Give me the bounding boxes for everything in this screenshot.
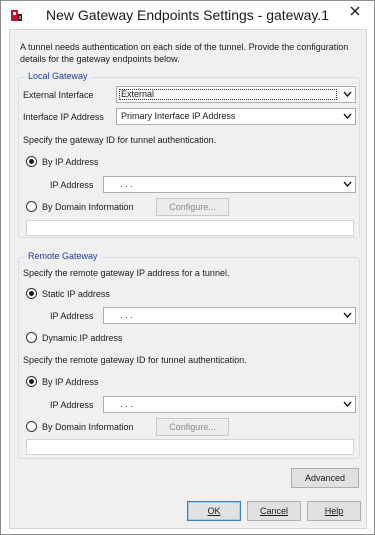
help-label: Help [324, 506, 344, 516]
remote-id-ip-address-label: IP Address [50, 400, 94, 410]
remote-ip-prompt: Specify the remote gateway IP address fo… [23, 268, 230, 278]
window-title: New Gateway Endpoints Settings - gateway… [45, 7, 329, 23]
close-icon [350, 6, 360, 16]
interface-ip-value: Primary Interface IP Address [121, 111, 236, 121]
remote-by-ip-label[interactable]: By IP Address [42, 377, 98, 387]
local-by-domain-label[interactable]: By Domain Information [42, 202, 134, 212]
intro-text: A tunnel needs authentication on each si… [20, 42, 349, 64]
remote-configure-button[interactable]: Configure... [156, 418, 229, 436]
remote-ip-address-field[interactable]: . . . [103, 307, 356, 324]
help-button[interactable]: Help [307, 501, 361, 521]
local-ip-address-field[interactable]: . . . [103, 176, 356, 193]
interface-ip-label: Interface IP Address [23, 112, 104, 122]
title-bar[interactable]: New Gateway Endpoints Settings - gateway… [1, 1, 374, 29]
dynamic-ip-radio[interactable] [26, 332, 37, 343]
remote-ip-address-value: . . . [120, 310, 133, 320]
local-by-ip-radio[interactable] [26, 156, 37, 167]
local-ip-address-value: . . . [120, 179, 133, 189]
local-by-ip-label[interactable]: By IP Address [42, 157, 98, 167]
local-by-domain-radio[interactable] [26, 201, 37, 212]
advanced-button[interactable]: Advanced [291, 468, 359, 488]
cancel-button[interactable]: Cancel [247, 501, 301, 521]
remote-gateway-group: Remote Gateway Specify the remote gatewa… [18, 251, 360, 459]
external-interface-label: External Interface [23, 90, 94, 100]
remote-gateway-id-prompt: Specify the remote gateway ID for tunnel… [23, 355, 247, 365]
chevron-down-icon [343, 312, 352, 319]
chevron-down-icon [343, 91, 352, 98]
remote-domain-info-box [26, 439, 354, 455]
chevron-down-icon [343, 181, 352, 188]
local-configure-button[interactable]: Configure... [156, 198, 229, 216]
focus-rectangle [119, 89, 337, 100]
cancel-label: Cancel [259, 506, 288, 516]
local-gateway-id-prompt: Specify the gateway ID for tunnel authen… [23, 135, 217, 145]
dialog-body: A tunnel needs authentication on each si… [9, 29, 367, 529]
remote-id-ip-address-field[interactable]: . . . [103, 396, 356, 413]
remote-by-domain-radio[interactable] [26, 421, 37, 432]
close-button[interactable] [342, 2, 368, 20]
local-domain-info-box [26, 220, 354, 236]
external-interface-select[interactable]: External [116, 86, 356, 103]
dialog-window: New Gateway Endpoints Settings - gateway… [0, 0, 375, 535]
remote-by-ip-radio[interactable] [26, 376, 37, 387]
chevron-down-icon [343, 113, 352, 120]
local-ip-address-label: IP Address [50, 180, 94, 190]
remote-gateway-legend: Remote Gateway [25, 251, 101, 261]
remote-ip-address-label: IP Address [50, 311, 94, 321]
local-gateway-group: Local Gateway External Interface Externa… [18, 71, 360, 238]
ok-label: OK [207, 506, 221, 516]
static-ip-radio[interactable] [26, 288, 37, 299]
remote-id-ip-address-value: . . . [120, 399, 133, 409]
interface-ip-select[interactable]: Primary Interface IP Address [116, 108, 356, 125]
local-gateway-legend: Local Gateway [25, 71, 91, 81]
chevron-down-icon [343, 401, 352, 408]
dynamic-ip-label[interactable]: Dynamic IP address [42, 333, 122, 343]
remote-by-domain-label[interactable]: By Domain Information [42, 422, 134, 432]
static-ip-label[interactable]: Static IP address [42, 289, 110, 299]
ok-button[interactable]: OK [187, 501, 241, 521]
